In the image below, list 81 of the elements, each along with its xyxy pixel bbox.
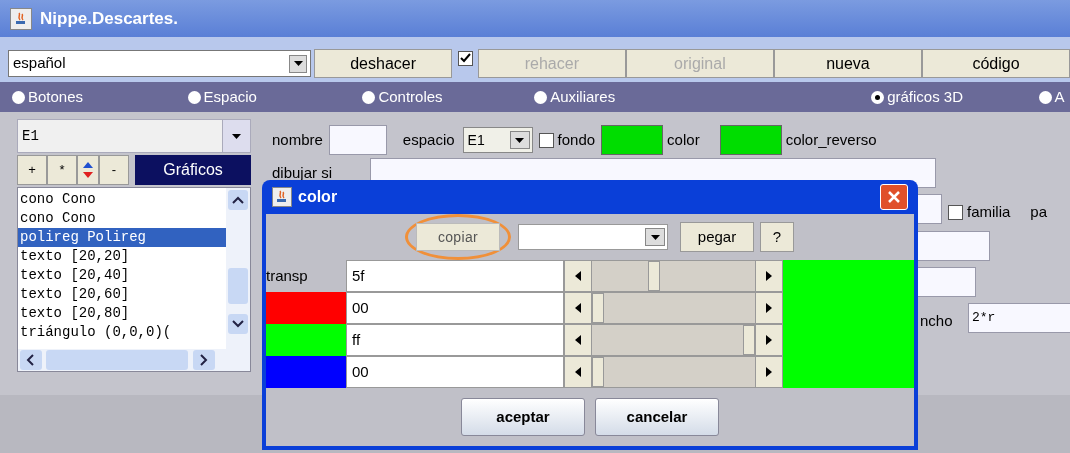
field-label: nombre (272, 129, 323, 150)
list-item[interactable]: texto [20,80] (18, 304, 226, 323)
slider-thumb[interactable] (647, 261, 660, 291)
slider[interactable] (592, 292, 755, 324)
radio-option[interactable]: Auxiliares (534, 85, 616, 109)
vertical-scrollbar[interactable] (226, 188, 250, 349)
list-button[interactable]: + (17, 155, 47, 185)
checkbox[interactable] (538, 132, 554, 148)
field-label: familia (967, 202, 1011, 222)
radio-button[interactable] (187, 90, 201, 104)
field-label: color (667, 129, 700, 150)
copy-button[interactable]: copiar (416, 223, 500, 251)
list-item[interactable]: cono Cono (18, 190, 226, 209)
radio-option[interactable]: gráficos 3D (871, 85, 964, 109)
field-label: fondo (557, 129, 596, 150)
field-label: dibujar si (272, 164, 333, 181)
slider-thumb[interactable] (743, 325, 755, 355)
list-item[interactable]: texto [20,60] (18, 285, 226, 304)
accept-button[interactable]: aceptar (461, 398, 585, 436)
checkbox[interactable] (457, 51, 473, 66)
dialog-title: color (298, 187, 339, 207)
language-select[interactable]: español (8, 50, 311, 77)
dropdown-button[interactable] (289, 54, 307, 73)
section-header: Gráficos (135, 155, 251, 185)
java-icon (10, 7, 32, 30)
channel-label: transp (266, 265, 309, 286)
space-select[interactable]: E1 (462, 127, 533, 153)
move-arrows-icon[interactable] (77, 155, 99, 185)
radio-button[interactable] (12, 90, 25, 104)
field-label: espacio (402, 129, 455, 150)
window-title: Nippe.Descartes. (40, 7, 178, 30)
horizontal-scrollbar[interactable] (18, 349, 250, 371)
input-field[interactable]: 2*r (968, 303, 1070, 333)
radio-option[interactable]: Botones (12, 85, 84, 109)
caret-icon (515, 137, 525, 143)
radio-button[interactable] (1038, 90, 1052, 104)
space-select[interactable]: E1 (17, 119, 251, 153)
cancel-button[interactable]: cancelar (595, 398, 719, 436)
slider-thumb[interactable] (592, 293, 604, 323)
list-button[interactable]: * (47, 155, 77, 185)
close-icon[interactable] (880, 184, 908, 210)
list-button[interactable]: - (99, 155, 129, 185)
checkbox[interactable] (948, 204, 963, 220)
radio-button[interactable] (871, 90, 885, 104)
radio-option[interactable]: Controles (362, 85, 443, 109)
slider[interactable] (592, 356, 755, 388)
value-field[interactable]: 5f (346, 260, 564, 292)
field-label: color_reverso (785, 129, 877, 150)
value-field[interactable]: 00 (346, 356, 564, 388)
list-item[interactable]: cono Cono (18, 209, 226, 228)
caret-icon (232, 133, 241, 139)
dropdown-button[interactable] (222, 120, 250, 152)
field-label: ncho (920, 311, 953, 331)
toolbar-button[interactable]: código (922, 49, 1070, 78)
radio-button[interactable] (362, 90, 376, 104)
radio-option[interactable]: Espacio (187, 85, 257, 109)
field-label: pa (1030, 202, 1048, 222)
list-item[interactable]: polireg Polireg (18, 228, 226, 247)
paste-button[interactable]: pegar (680, 222, 754, 252)
value-field[interactable]: ff (346, 324, 564, 356)
toolbar-button[interactable]: deshacer (314, 49, 453, 78)
radio-button[interactable] (534, 90, 548, 104)
slider[interactable] (592, 324, 755, 356)
slider[interactable] (592, 260, 755, 292)
color-swatch[interactable] (719, 125, 782, 155)
list-item[interactable]: texto [20,40] (18, 266, 226, 285)
help-button[interactable]: ? (760, 222, 794, 252)
color-select[interactable] (518, 224, 668, 250)
toolbar-button[interactable]: nueva (773, 49, 922, 78)
input-field[interactable] (328, 125, 387, 155)
list-item[interactable]: texto [20,20] (18, 247, 226, 266)
caret-icon (293, 61, 303, 66)
radio-option[interactable]: A (1038, 85, 1065, 109)
value-field[interactable]: 00 (346, 292, 564, 324)
dropdown-button[interactable] (645, 228, 665, 246)
color-swatch[interactable] (601, 125, 664, 155)
caret-icon (650, 234, 660, 240)
list-item[interactable]: triángulo (0,0,0)( (18, 323, 226, 342)
java-icon (272, 187, 292, 207)
slider-thumb[interactable] (592, 357, 604, 387)
dropdown-button[interactable] (509, 131, 530, 149)
